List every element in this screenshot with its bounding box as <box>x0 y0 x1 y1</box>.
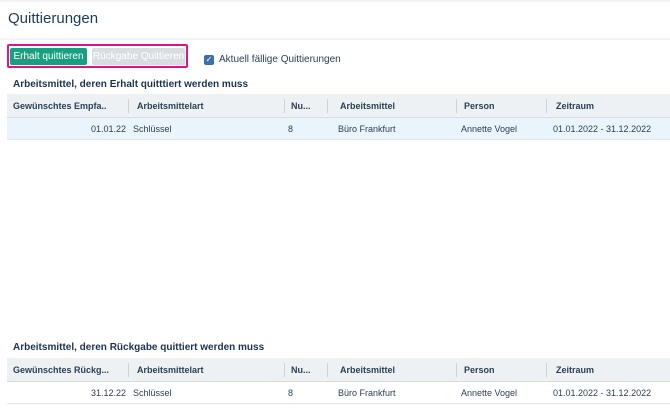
column-header-requested-date[interactable]: Gewünschtes Empfa...↑ <box>13 94 107 118</box>
column-separator[interactable] <box>327 99 328 113</box>
column-header-person[interactable]: Person <box>464 358 544 382</box>
column-header-type[interactable]: Arbeitsmittelart <box>137 358 277 382</box>
cell-item: Büro Frankfurt <box>338 124 396 134</box>
cell-requested-date: 01.01.22 <box>90 124 126 134</box>
column-header-period[interactable]: Zeitraum <box>556 358 656 382</box>
column-separator[interactable] <box>128 99 129 113</box>
column-separator[interactable] <box>546 99 547 113</box>
column-separator[interactable] <box>546 363 547 377</box>
cell-period: 01.01.2022 - 31.12.2022 <box>553 124 652 134</box>
receipt-section-title: Arbeitsmittel, deren Erhalt quitttiert w… <box>13 79 249 90</box>
return-table-header: Gewünschtes Rückg... Arbeitsmittelart Nu… <box>7 358 670 382</box>
column-header-person[interactable]: Person <box>464 94 544 118</box>
cell-type: Schlüssel <box>133 124 172 134</box>
table-row[interactable]: 31.12.22 Schlüssel 8 Büro Frankfurt Anne… <box>7 382 670 404</box>
column-header-number[interactable]: Nu... <box>291 94 315 118</box>
cell-item: Büro Frankfurt <box>338 388 396 398</box>
due-checkbox[interactable]: ✓ <box>204 55 214 65</box>
cell-requested-date: 31.12.22 <box>90 388 126 398</box>
column-separator[interactable] <box>284 99 285 113</box>
column-header-item[interactable]: Arbeitsmittel <box>340 94 450 118</box>
column-separator[interactable] <box>327 363 328 377</box>
column-header-period[interactable]: Zeitraum <box>556 94 656 118</box>
due-checkbox-label: Aktuell fällige Quittierungen <box>219 54 341 65</box>
page-title: Quittierungen <box>8 10 99 27</box>
confirm-receipt-button[interactable]: Erhalt quittieren <box>10 48 87 65</box>
cell-number: 8 <box>288 388 294 398</box>
confirm-return-button[interactable]: Rückgabe Quittieren <box>92 48 185 65</box>
return-section-title: Arbeitsmittel, deren Rückgabe quittiert … <box>13 342 265 353</box>
column-separator[interactable] <box>456 99 457 113</box>
cell-number: 8 <box>288 124 294 134</box>
column-separator[interactable] <box>128 363 129 377</box>
cell-person: Annette Vogel <box>461 388 518 398</box>
cell-type: Schlüssel <box>133 388 172 398</box>
cell-period: 01.01.2022 - 31.12.2022 <box>553 388 652 398</box>
return-table: Gewünschtes Rückg... Arbeitsmittelart Nu… <box>7 358 670 404</box>
table-row[interactable]: 01.01.22 Schlüssel 8 Büro Frankfurt Anne… <box>7 118 670 140</box>
column-separator[interactable] <box>284 363 285 377</box>
column-header-requested-date[interactable]: Gewünschtes Rückg... <box>13 358 123 382</box>
page-header: Quittierungen <box>0 2 670 38</box>
receipt-table: Gewünschtes Empfa...↑ Arbeitsmittelart N… <box>7 94 670 140</box>
column-header-item[interactable]: Arbeitsmittel <box>340 358 450 382</box>
column-header-number[interactable]: Nu... <box>291 358 315 382</box>
cell-person: Annette Vogel <box>461 124 518 134</box>
receipt-table-header: Gewünschtes Empfa...↑ Arbeitsmittelart N… <box>7 94 670 118</box>
column-separator[interactable] <box>456 363 457 377</box>
column-header-type[interactable]: Arbeitsmittelart <box>137 94 277 118</box>
